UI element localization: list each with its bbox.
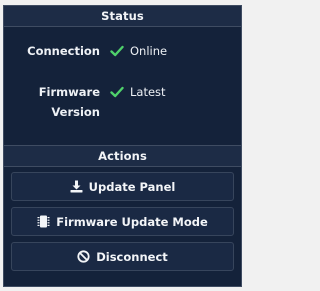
status-header: Status — [4, 6, 241, 27]
update-panel-label: Update Panel — [88, 179, 176, 194]
status-row-label: Connection — [27, 44, 100, 58]
download-icon — [70, 180, 83, 193]
status-row-value-container: Latest — [110, 82, 166, 102]
status-title: Status — [101, 9, 144, 23]
status-row-label: Firmware Version — [38, 85, 100, 119]
disconnect-label: Disconnect — [96, 249, 168, 264]
status-row-connection: Connection Online — [4, 41, 241, 85]
ban-icon — [77, 250, 90, 263]
update-panel-button[interactable]: Update Panel — [11, 172, 234, 201]
status-row-value: Online — [130, 44, 168, 58]
status-body: Connection Online Firmware Version Lates… — [4, 27, 241, 145]
status-row-value: Latest — [130, 85, 166, 99]
firmware-update-mode-label: Firmware Update Mode — [56, 214, 208, 229]
check-icon — [110, 44, 124, 58]
actions-header: Actions — [4, 146, 241, 167]
actions-body: Update Panel Firmware Update Mode Discon… — [4, 167, 241, 271]
connection-panel: Status Connection Online Firmware Versio… — [3, 5, 242, 287]
status-row-firmware: Firmware Version Latest — [4, 85, 241, 129]
disconnect-button[interactable]: Disconnect — [11, 242, 234, 271]
actions-title: Actions — [98, 149, 147, 163]
check-icon — [110, 85, 124, 99]
firmware-update-mode-button[interactable]: Firmware Update Mode — [11, 207, 234, 236]
chip-icon — [37, 215, 50, 228]
status-row-value-container: Online — [110, 41, 167, 61]
